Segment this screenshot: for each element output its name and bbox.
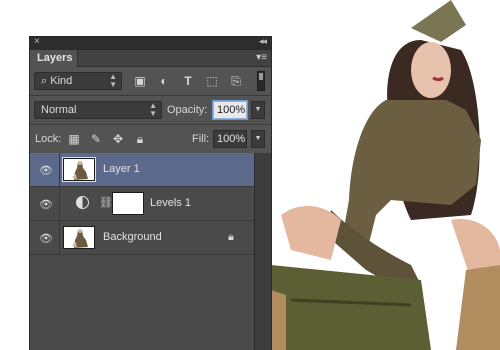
- eye-icon: 👁︎: [39, 233, 53, 245]
- opacity-dropdown-button[interactable]: ▼: [251, 101, 265, 119]
- panel-menu-icon[interactable]: ▾≡: [256, 52, 267, 63]
- adjustment-layer-icon[interactable]: [76, 196, 89, 209]
- filter-smartobject-icon[interactable]: ⎘: [228, 73, 244, 89]
- filter-row: ⌕ Kind ▲ ▼ ▣ ◐ T ⬚ ⎘: [30, 67, 271, 95]
- layer-name[interactable]: Levels 1: [150, 197, 191, 209]
- layer-row-background[interactable]: 👁︎ Background 🔒︎: [30, 221, 255, 255]
- lock-pixels-icon[interactable]: ✎: [89, 132, 103, 146]
- panel-titlebar: × ◂◂: [30, 36, 271, 50]
- lock-transparent-icon[interactable]: ▦: [67, 132, 81, 146]
- lock-label: Lock:: [35, 133, 62, 145]
- filter-type-icon[interactable]: T: [180, 73, 196, 89]
- layer-thumbnail[interactable]: [62, 157, 96, 182]
- figure-thumbnail-icon: [64, 227, 94, 248]
- layers-list: 👁︎ Layer 1 👁︎ ⛓︎ Levels 1 👁︎ Background …: [30, 153, 255, 350]
- lock-position-icon[interactable]: ✥: [111, 132, 125, 146]
- fill-label: Fill:: [192, 133, 210, 145]
- blend-row: Normal ▲ ▼ Opacity: 100% ▼: [30, 96, 271, 124]
- canvas-photo: [271, 0, 500, 350]
- layers-panel: × ◂◂ Layers ▾≡ ⌕ Kind ▲ ▼ ▣ ◐ T ⬚ ⎘ Norma…: [29, 36, 272, 350]
- visibility-toggle[interactable]: 👁︎: [30, 187, 60, 220]
- eye-icon: 👁︎: [39, 199, 53, 211]
- link-chain-icon[interactable]: ⛓︎: [99, 196, 113, 209]
- opacity-label: Opacity:: [167, 104, 208, 116]
- visibility-toggle[interactable]: 👁︎: [30, 153, 60, 186]
- opacity-field[interactable]: 100%: [213, 101, 247, 119]
- lock-all-icon[interactable]: 🔒︎: [133, 132, 147, 146]
- blend-mode-dropdown[interactable]: Normal ▲ ▼: [34, 101, 162, 119]
- filter-pixel-icon[interactable]: ▣: [132, 73, 148, 89]
- chevron-updown-icon: ▲ ▼: [109, 72, 117, 89]
- fill-dropdown-button[interactable]: ▼: [251, 130, 265, 148]
- panel-tabbar: Layers ▾≡: [30, 50, 271, 67]
- filter-kind-dropdown[interactable]: ⌕ Kind ▲ ▼: [34, 72, 122, 90]
- filter-shape-icon[interactable]: ⬚: [204, 73, 220, 89]
- collapse-panel-icon[interactable]: ◂◂: [259, 36, 267, 47]
- close-panel-icon[interactable]: ×: [34, 36, 40, 47]
- search-icon: ⌕: [41, 75, 48, 87]
- eye-icon: 👁︎: [39, 165, 53, 177]
- filter-toggle-switch[interactable]: [257, 71, 265, 91]
- layer-name[interactable]: Layer 1: [103, 163, 140, 175]
- filter-adjustment-icon[interactable]: ◐: [156, 73, 172, 89]
- layer-row-layer-1[interactable]: 👁︎ Layer 1: [30, 153, 255, 187]
- layers-scrollbar[interactable]: [254, 153, 271, 350]
- filter-kind-label: Kind: [50, 75, 73, 87]
- layer-thumbnail[interactable]: [63, 226, 95, 249]
- blend-mode-value: Normal: [41, 104, 77, 116]
- layer-mask-thumbnail[interactable]: [112, 192, 144, 215]
- figure-thumbnail-icon: [64, 159, 94, 180]
- layer-row-levels-1[interactable]: 👁︎ ⛓︎ Levels 1: [30, 187, 255, 221]
- chevron-updown-icon: ▲ ▼: [149, 101, 157, 118]
- document-canvas[interactable]: [271, 0, 500, 350]
- tab-layers[interactable]: Layers: [30, 50, 78, 67]
- layer-lock-icon: 🔒︎: [228, 231, 234, 243]
- layer-name[interactable]: Background: [103, 231, 162, 243]
- lock-row: Lock: ▦ ✎ ✥ 🔒︎ Fill: 100% ▼: [30, 125, 271, 153]
- fill-field[interactable]: 100%: [213, 130, 247, 148]
- visibility-toggle[interactable]: 👁︎: [30, 221, 60, 254]
